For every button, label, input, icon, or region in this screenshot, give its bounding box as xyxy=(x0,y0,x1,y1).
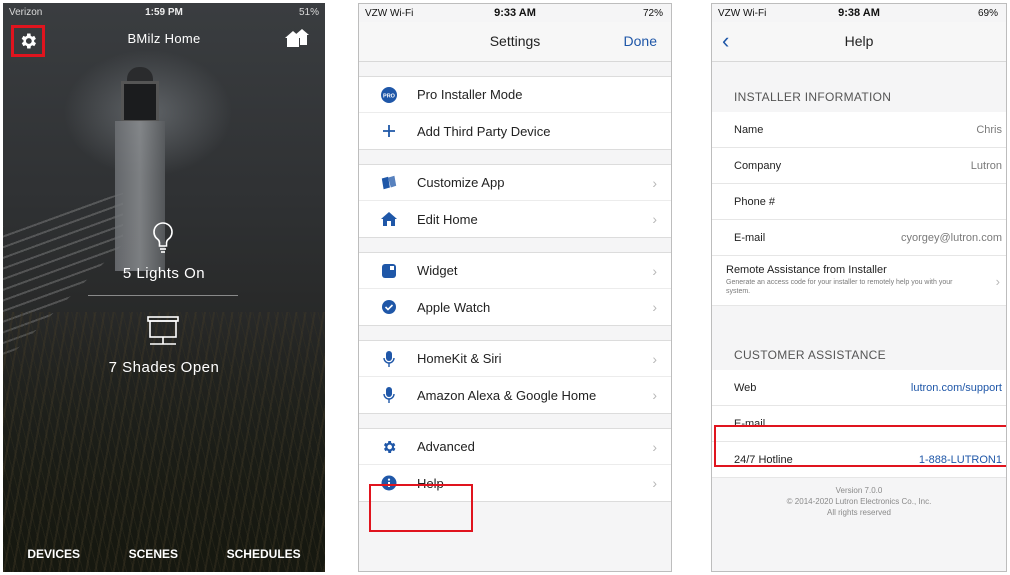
chevron-right-icon: › xyxy=(652,439,657,455)
menu-item-pro-installer[interactable]: PRO Pro Installer Mode xyxy=(359,77,671,113)
installer-name-row: Name Chris xyxy=(712,112,1006,148)
footer: Version 7.0.0 © 2014-2020 Lutron Electro… xyxy=(712,486,1006,518)
microphone-icon xyxy=(383,387,395,403)
menu-item-customize-app[interactable]: Customize App › xyxy=(359,165,671,201)
row-label: Name xyxy=(734,123,764,136)
chevron-right-icon: › xyxy=(652,387,657,403)
menu-item-homekit-siri[interactable]: HomeKit & Siri › xyxy=(359,341,671,377)
menu-item-advanced[interactable]: Advanced › xyxy=(359,429,671,465)
menu-item-edit-home[interactable]: Edit Home › xyxy=(359,201,671,237)
menu-item-widget[interactable]: Widget › xyxy=(359,253,671,289)
chevron-right-icon: › xyxy=(995,274,1000,289)
menu-item-label: Edit Home xyxy=(417,211,478,227)
microphone-icon xyxy=(383,350,395,367)
tab-devices[interactable]: DEVICES xyxy=(27,547,80,561)
plus-icon xyxy=(383,125,395,137)
status-bar: Verizon 1:59 PM 51% xyxy=(9,7,319,21)
menu-item-apple-watch[interactable]: Apple Watch › xyxy=(359,289,671,325)
help-highlight-box xyxy=(369,484,473,532)
svg-text:PRO: PRO xyxy=(383,93,396,99)
menu-item-label: Add Third Party Device xyxy=(417,123,551,139)
row-label: E-mail xyxy=(734,231,766,244)
menu-item-label: Amazon Alexa & Google Home xyxy=(417,387,597,403)
battery-label: 69% xyxy=(977,8,998,19)
settings-group-2: Customize App › Edit Home › xyxy=(359,164,671,238)
web-row[interactable]: Web lutron.com/support xyxy=(712,370,1006,406)
widget-icon xyxy=(382,263,396,278)
pro-badge-icon: PRO xyxy=(381,86,397,103)
settings-group-4: HomeKit & Siri › Amazon Alexa & Google H… xyxy=(359,340,671,414)
help-screen: VZW Wi-Fi 9:38 AM 69% ‹ Help INSTALLER I… xyxy=(711,3,1007,572)
copyright-text: © 2014-2020 Lutron Electronics Co., Inc. xyxy=(786,496,932,506)
shades-status[interactable]: 7 Shades Open xyxy=(3,359,325,376)
menu-item-label: Customize App xyxy=(417,175,505,190)
nav-bar: Settings Done xyxy=(359,22,671,62)
home-screen: Verizon 1:59 PM 51% BMilz Home 5 Lights … xyxy=(3,3,325,572)
tab-schedules[interactable]: SCHEDULES xyxy=(227,547,301,561)
row-label: Company xyxy=(734,159,782,172)
cards-icon xyxy=(381,175,397,189)
row-value: Lutron xyxy=(970,159,1002,172)
settings-group-3: Widget › Apple Watch › xyxy=(359,252,671,326)
row-label: Web xyxy=(734,381,757,394)
menu-item-add-third-party[interactable]: Add Third Party Device xyxy=(359,113,671,149)
chevron-right-icon: › xyxy=(652,263,657,279)
installer-company-row: Company Lutron xyxy=(712,148,1006,184)
photo-lighthouse-lantern xyxy=(121,81,159,123)
menu-item-alexa-google[interactable]: Amazon Alexa & Google Home › xyxy=(359,377,671,413)
chevron-right-icon: › xyxy=(652,299,657,315)
page-title: Help xyxy=(844,33,874,49)
home-title: BMilz Home xyxy=(127,31,201,46)
lightbulb-icon xyxy=(153,222,173,253)
lights-status[interactable]: 5 Lights On xyxy=(3,265,325,282)
watch-icon xyxy=(382,300,396,314)
home-icon xyxy=(381,212,397,226)
nav-bar: ‹ Help xyxy=(712,22,1006,62)
lights-button[interactable] xyxy=(151,221,175,262)
remote-assistance-row[interactable]: Remote Assistance from Installer Generat… xyxy=(712,256,1006,306)
done-button[interactable]: Done xyxy=(624,33,657,49)
installer-email-row[interactable]: E-mail cyorgey@lutron.com xyxy=(712,220,1006,256)
installer-section-header: INSTALLER INFORMATION xyxy=(734,90,892,104)
clock-label: 9:38 AM xyxy=(838,7,880,19)
remote-assistance-description: Generate an access code for your install… xyxy=(726,279,953,295)
menu-item-label: Apple Watch xyxy=(417,299,491,315)
version-text: Version 7.0.0 xyxy=(835,486,883,495)
houses-icon xyxy=(285,29,309,47)
web-link[interactable]: lutron.com/support xyxy=(911,382,1002,394)
row-value[interactable]: cyorgey@lutron.com xyxy=(901,232,1002,244)
chevron-right-icon: › xyxy=(652,351,657,367)
row-label: Phone # xyxy=(734,195,775,208)
remote-assistance-title: Remote Assistance from Installer xyxy=(726,264,887,276)
menu-item-label: HomeKit & Siri xyxy=(417,351,502,366)
status-bar: VZW Wi-Fi 9:38 AM 69% xyxy=(712,4,1006,22)
installer-phone-row: Phone # xyxy=(712,184,1006,220)
gear-icon xyxy=(383,440,396,453)
clock-label: 9:33 AM xyxy=(494,7,536,19)
menu-item-label: Advanced xyxy=(417,439,475,454)
menu-item-label: Widget xyxy=(417,263,458,278)
menu-item-label: Pro Installer Mode xyxy=(417,87,523,102)
tab-scenes[interactable]: SCENES xyxy=(129,547,178,561)
shade-icon xyxy=(147,316,179,345)
row-value: Chris xyxy=(976,123,1002,136)
rights-text: All rights reserved xyxy=(826,507,892,517)
chevron-right-icon: › xyxy=(652,475,657,491)
email-highlight-box xyxy=(714,425,1006,467)
customer-section-header: CUSTOMER ASSISTANCE xyxy=(734,348,886,362)
settings-group-1: PRO Pro Installer Mode Add Third Party D… xyxy=(359,76,671,150)
battery-label: 72% xyxy=(642,8,663,19)
clock-label: 1:59 PM xyxy=(145,7,183,18)
homes-button[interactable] xyxy=(283,27,311,54)
chevron-right-icon: › xyxy=(652,211,657,227)
bottom-tab-bar: DEVICES SCENES SCHEDULES xyxy=(3,536,325,572)
settings-screen: VZW Wi-Fi 9:33 AM 72% Settings Done PRO … xyxy=(358,3,672,572)
status-bar: VZW Wi-Fi 9:33 AM 72% xyxy=(359,4,671,22)
divider xyxy=(88,295,238,296)
chevron-right-icon: › xyxy=(652,175,657,191)
screenshot-canvas: Verizon 1:59 PM 51% BMilz Home 5 Lights … xyxy=(0,0,1010,575)
battery-label: 51% xyxy=(298,7,319,18)
shades-button[interactable] xyxy=(146,315,180,352)
